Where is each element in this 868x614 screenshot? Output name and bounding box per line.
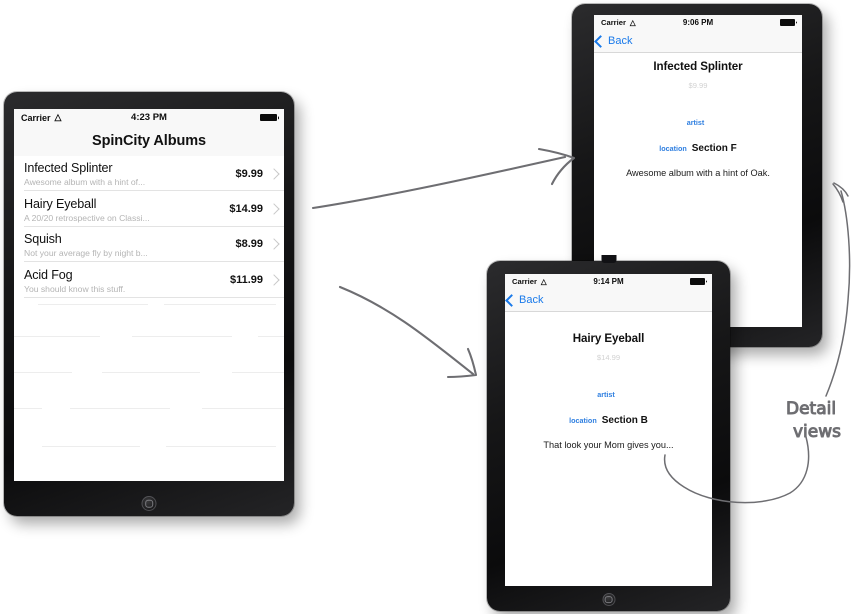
home-button[interactable] (602, 593, 615, 606)
table-row[interactable]: Squish Not your average fly by night b..… (14, 227, 284, 263)
carrier-label: Carrier (601, 18, 626, 27)
detail-views-brace-arrowhead-a (832, 183, 844, 203)
iphone-device-frame-2: Carrier △ 9:14 PM Back Hairy Eyeball $14… (487, 255, 730, 611)
table-row[interactable]: Infected Splinter Awesome album with a h… (14, 156, 284, 192)
carrier-label: Carrier (21, 112, 51, 123)
albums-table-view[interactable]: Infected Splinter Awesome album with a h… (14, 156, 284, 481)
album-title: Squish (24, 232, 62, 247)
album-subtitle: Not your average fly by night b... (24, 248, 148, 259)
detail-description: That look your Mom gives you... (543, 440, 674, 450)
album-title: Acid Fog (24, 267, 73, 282)
detail-location-value: Section B (601, 415, 648, 426)
carrier-label: Carrier (512, 277, 537, 286)
ipad-device-frame: Carrier △ 4:23 PM SpinCity Albums Infect… (4, 92, 294, 516)
disclosure-chevron-icon (268, 238, 280, 251)
battery-icon (260, 113, 277, 122)
battery-icon (690, 278, 705, 285)
wifi-icon: △ (540, 276, 547, 286)
album-subtitle: Awesome album with a hint of... (24, 177, 146, 188)
wifi-icon: △ (629, 17, 636, 27)
table-row[interactable]: Hairy Eyeball A 20/20 retrospective on C… (14, 191, 284, 227)
wifi-icon: △ (54, 112, 62, 122)
front-camera-notch (601, 255, 616, 263)
album-subtitle: A 20/20 retrospective on Classi... (24, 212, 150, 223)
battery-icon (780, 19, 795, 26)
detail-location-field: location Section B (505, 415, 712, 426)
album-price: $9.99 (235, 167, 263, 180)
album-subtitle: You should know this stuff. (24, 283, 126, 294)
ipad-status-bar: Carrier △ 4:23 PM (14, 109, 284, 126)
arrow-to-detail-1-head (537, 147, 576, 186)
iphone1-detail-body: Infected Splinter $9.99 artist location … (594, 60, 802, 178)
annotation-detail-views-line1: Detail (786, 399, 836, 419)
detail-artist-field: artist (505, 390, 712, 399)
detail-location-label: location (569, 416, 597, 425)
iphone2-screen: Carrier △ 9:14 PM Back Hairy Eyeball $14… (505, 274, 712, 586)
album-price: $8.99 (235, 238, 263, 251)
home-button[interactable] (141, 496, 157, 511)
arrow-to-detail-2 (338, 285, 475, 376)
back-button-label: Back (608, 35, 633, 47)
diagram-canvas: Carrier △ 4:23 PM SpinCity Albums Infect… (0, 0, 868, 614)
detail-location-value: Section F (691, 143, 737, 154)
detail-location-label: location (659, 144, 687, 153)
detail-album-price: $9.99 (688, 81, 708, 90)
disclosure-chevron-icon (268, 168, 280, 180)
table-row[interactable]: Acid Fog You should know this stuff. $11… (14, 262, 284, 298)
iphone2-detail-body: Hairy Eyeball $14.99 artist location Sec… (505, 332, 712, 450)
detail-artist-label: artist (597, 390, 615, 399)
back-button[interactable]: Back (505, 293, 544, 307)
detail-location-field: location Section F (594, 143, 802, 154)
disclosure-chevron-icon (268, 274, 280, 286)
detail-album-price: $14.99 (596, 353, 621, 362)
detail-album-title: Hairy Eyeball (572, 332, 645, 345)
iphone2-navigation-bar: Back (505, 289, 712, 312)
detail-views-brace-arrowhead-b (833, 182, 849, 197)
back-button-label: Back (519, 294, 544, 306)
disclosure-chevron-icon (268, 203, 280, 215)
empty-rows-region (14, 298, 284, 481)
iphone2-status-bar: Carrier △ 9:14 PM (505, 274, 712, 289)
back-chevron-icon (505, 293, 518, 307)
album-title: Infected Splinter (24, 161, 113, 176)
ipad-screen: Carrier △ 4:23 PM SpinCity Albums Infect… (14, 109, 284, 481)
album-price: $14.99 (229, 203, 263, 216)
detail-views-brace-upper (825, 190, 851, 397)
detail-artist-label: artist (686, 118, 705, 127)
page-title: SpinCity Albums (92, 133, 206, 149)
arrow-to-detail-2-head (446, 347, 478, 379)
detail-artist-field: artist (594, 118, 802, 127)
iphone1-status-bar: Carrier △ 9:06 PM (594, 15, 802, 30)
arrow-to-detail-1 (311, 155, 567, 210)
detail-description: Awesome album with a hint of Oak. (626, 168, 770, 178)
back-chevron-icon (594, 34, 607, 48)
annotation-detail-views-line2: views (793, 422, 841, 442)
album-price: $11.99 (229, 273, 263, 286)
album-title: Hairy Eyeball (24, 196, 97, 211)
back-button[interactable]: Back (594, 34, 633, 48)
ipad-navigation-bar: SpinCity Albums (14, 126, 284, 157)
iphone1-navigation-bar: Back (594, 30, 802, 53)
detail-album-title: Infected Splinter (653, 60, 743, 73)
